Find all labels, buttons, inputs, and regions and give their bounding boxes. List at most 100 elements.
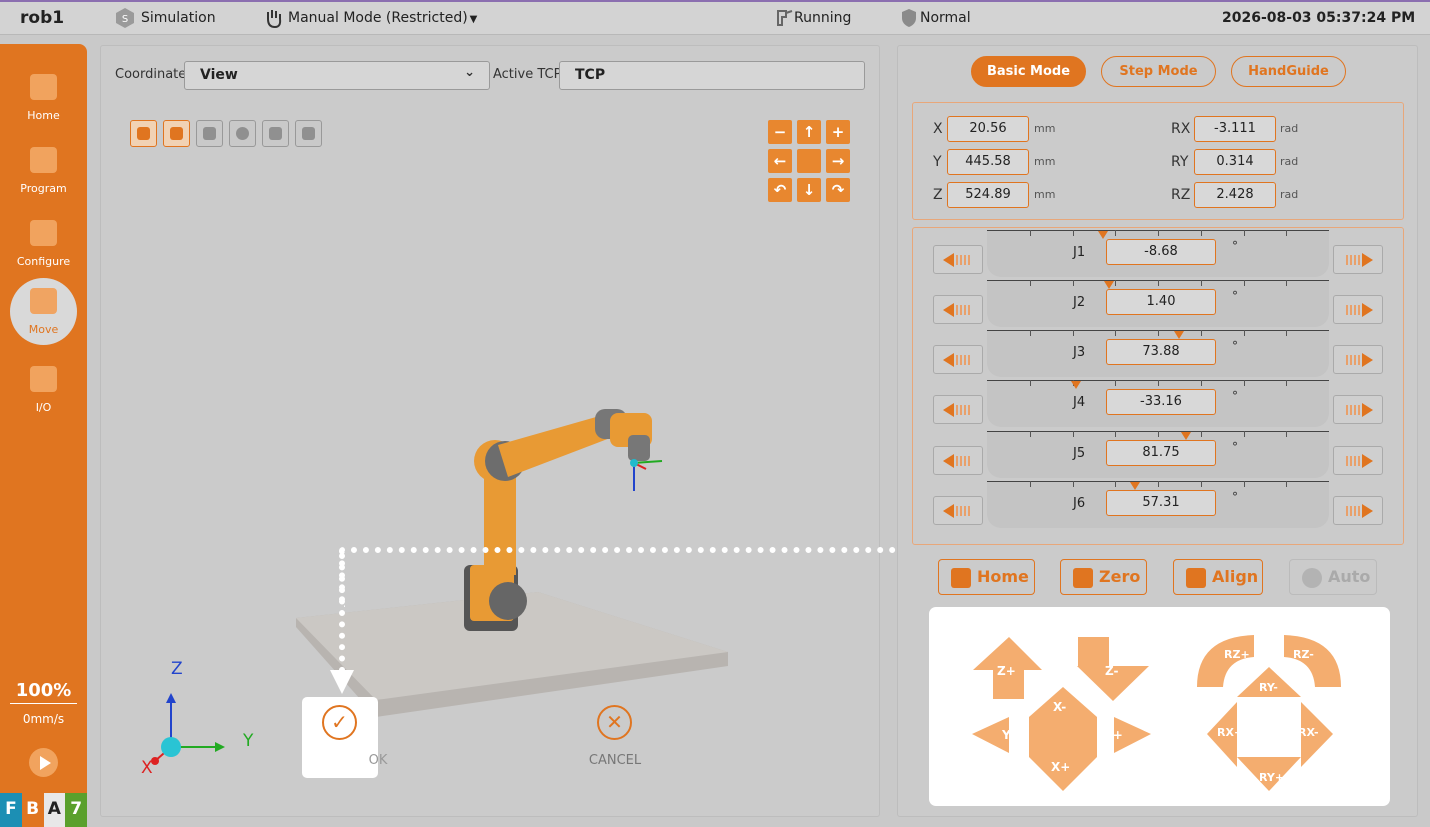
arrow-left-icon: [943, 504, 954, 518]
slider-marker-icon[interactable]: [1098, 231, 1108, 239]
arrow-up-icon[interactable]: ↑: [797, 120, 821, 144]
auto-icon: [1302, 568, 1322, 588]
y-axis-label: Y: [243, 731, 254, 751]
joint-slider[interactable]: J2 1.40 °: [987, 280, 1329, 327]
home-button[interactable]: Home: [938, 559, 1035, 595]
coordinate-select[interactable]: View ⌄: [184, 61, 490, 90]
hand-icon: [267, 10, 282, 29]
cancel-button[interactable]: ✕ CANCEL: [577, 697, 653, 778]
unit-label: rad: [1280, 155, 1299, 168]
sidebar-item-program[interactable]: Program: [0, 139, 87, 209]
mode-selector[interactable]: Manual Mode (Restricted) ▼: [288, 10, 477, 26]
align-button-label: Align: [1212, 567, 1259, 586]
unit-label: rad: [1280, 122, 1299, 135]
simulation-icon: S: [116, 8, 134, 28]
running-status: Running: [794, 10, 852, 26]
joint-value-field[interactable]: 81.75: [1106, 440, 1216, 466]
sidebar-item-home[interactable]: Home: [0, 66, 87, 136]
center-view-icon[interactable]: [797, 149, 821, 173]
ry-value-field[interactable]: 0.314: [1194, 149, 1276, 175]
degree-unit: °: [1232, 440, 1238, 454]
joint-minus-button[interactable]: [933, 446, 983, 475]
joint-plus-button[interactable]: [1333, 395, 1383, 424]
align-button[interactable]: Align: [1173, 559, 1263, 595]
joint-value-field[interactable]: 73.88: [1106, 339, 1216, 365]
chevron-down-icon: ⌄: [464, 65, 475, 80]
joint-slider[interactable]: J1 -8.68 °: [987, 230, 1329, 277]
joint-plus-button[interactable]: [1333, 496, 1383, 525]
z-value-field[interactable]: 524.89: [947, 182, 1029, 208]
slider-tick: [1200, 481, 1202, 487]
y-value-field[interactable]: 445.58: [947, 149, 1029, 175]
rotate-left-icon[interactable]: ↶: [768, 178, 792, 202]
datetime: 2026-08-03 05:37:24 PM: [1222, 10, 1416, 26]
active-tcp-field[interactable]: TCP: [559, 61, 865, 90]
svg-text:S: S: [122, 14, 128, 25]
box-view-icon[interactable]: [295, 120, 322, 147]
sidebar-item-configure[interactable]: Configure: [0, 212, 87, 282]
cube-view-icon[interactable]: [196, 120, 223, 147]
joint-slider[interactable]: J6 57.31 °: [987, 481, 1329, 528]
joint-value-field[interactable]: 1.40: [1106, 289, 1216, 315]
joint-slider[interactable]: J5 81.75 °: [987, 431, 1329, 478]
x-value-field[interactable]: 20.56: [947, 116, 1029, 142]
zero-button[interactable]: Zero: [1060, 559, 1147, 595]
joint-row: J1 -8.68 °: [933, 230, 1383, 284]
basic-mode-button[interactable]: Basic Mode: [971, 56, 1086, 87]
robot-name: rob1: [20, 8, 65, 28]
sidebar-item-move[interactable]: Move: [0, 278, 87, 348]
tool-view-icon[interactable]: [262, 120, 289, 147]
simulation-label[interactable]: Simulation: [141, 10, 216, 26]
arrow-down-icon[interactable]: ↓: [797, 178, 821, 202]
slider-tick: [1072, 230, 1074, 236]
logo-letter: B: [21, 793, 44, 827]
rx-value-field[interactable]: -3.111: [1194, 116, 1276, 142]
safety-view-icon[interactable]: [229, 120, 256, 147]
jog-label: Z-: [1105, 664, 1119, 678]
play-icon[interactable]: [29, 748, 58, 777]
joint-row: J5 81.75 °: [933, 431, 1383, 485]
joint-minus-button[interactable]: [933, 395, 983, 424]
rotate-right-icon[interactable]: ↷: [826, 178, 850, 202]
joint-minus-button[interactable]: [933, 245, 983, 274]
robot-view-icon[interactable]: [163, 120, 190, 147]
arrow-right-icon[interactable]: →: [826, 149, 850, 173]
ok-button[interactable]: ✓ OK: [302, 697, 387, 778]
slider-tick: [1243, 481, 1245, 487]
slider-marker-icon[interactable]: [1181, 432, 1191, 440]
step-mode-button[interactable]: Step Mode: [1101, 56, 1216, 87]
arrow-tail-icon: [956, 506, 970, 516]
joint-value-field[interactable]: -33.16: [1106, 389, 1216, 415]
joint-minus-button[interactable]: [933, 496, 983, 525]
ok-label: OK: [368, 753, 388, 768]
slider-marker-icon[interactable]: [1104, 281, 1114, 289]
arrow-right-icon: [1362, 353, 1373, 367]
joint-plus-button[interactable]: [1333, 245, 1383, 274]
zoom-out-icon[interactable]: −: [768, 120, 792, 144]
slider-marker-icon[interactable]: [1174, 331, 1184, 339]
speed-value: 0mm/s: [22, 712, 65, 726]
rz-value-field[interactable]: 2.428: [1194, 182, 1276, 208]
speed-percent[interactable]: 100%: [10, 680, 77, 704]
align-icon: [1186, 568, 1206, 588]
joint-plus-button[interactable]: [1333, 345, 1383, 374]
joint-plus-button[interactable]: [1333, 295, 1383, 324]
slider-tick: [1243, 330, 1245, 336]
joint-minus-button[interactable]: [933, 295, 983, 324]
joint-value-field[interactable]: 57.31: [1106, 490, 1216, 516]
zoom-in-icon[interactable]: +: [826, 120, 850, 144]
slider-marker-icon[interactable]: [1130, 482, 1140, 490]
floor-view-icon[interactable]: [130, 120, 157, 147]
joint-minus-button[interactable]: [933, 345, 983, 374]
handguide-button[interactable]: HandGuide: [1231, 56, 1346, 87]
jog-pad: Z+ Z- X- Y- Y+ X+ RZ+ RZ- RY- RX+ RX- RY…: [929, 607, 1390, 806]
arrow-left-icon[interactable]: ←: [768, 149, 792, 173]
joint-slider[interactable]: J3 73.88 °: [987, 330, 1329, 377]
slider-marker-icon[interactable]: [1071, 381, 1081, 389]
joint-value-field[interactable]: -8.68: [1106, 239, 1216, 265]
sidebar-item-io[interactable]: I/O: [0, 358, 87, 428]
jog-label: RY+: [1259, 771, 1285, 784]
auto-button[interactable]: Auto: [1289, 559, 1377, 595]
joint-plus-button[interactable]: [1333, 446, 1383, 475]
joint-slider[interactable]: J4 -33.16 °: [987, 380, 1329, 427]
